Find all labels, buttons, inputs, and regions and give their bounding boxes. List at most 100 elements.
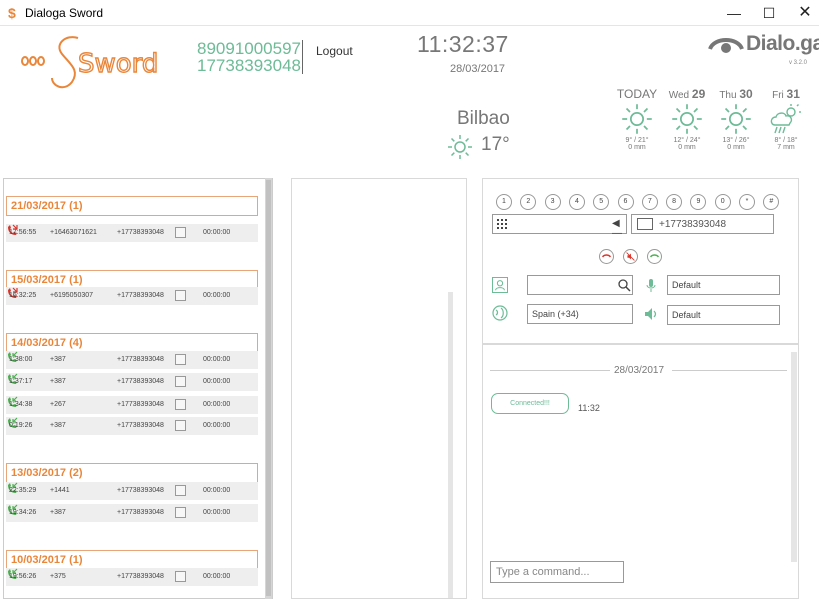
call-time: 17:56:55 [9, 229, 37, 236]
clock: 11:32:37 [417, 31, 509, 57]
call-duration: 00:00:00 [203, 229, 231, 236]
minimize-button[interactable]: — [717, 0, 751, 26]
call-checkbox[interactable] [175, 354, 186, 365]
call-to: +17738393048 [117, 292, 164, 299]
call-duration: 00:00:00 [203, 509, 231, 516]
forecast-range: 12° / 24° [673, 137, 701, 144]
call-checkbox[interactable] [175, 507, 186, 518]
call-checkbox[interactable] [175, 227, 186, 238]
microphone-select[interactable]: Default [667, 275, 780, 295]
dial-key[interactable]: 0 [714, 194, 731, 210]
hangup-button[interactable] [599, 249, 614, 264]
call-row[interactable]: 22:35:29 +1441 +17738393048 00:00:00 [6, 482, 258, 500]
dial-key[interactable]: 1 [496, 194, 512, 210]
call-button[interactable] [647, 249, 662, 264]
call-duration: 00:00:00 [203, 487, 231, 494]
call-to: +17738393048 [117, 422, 164, 429]
call-row[interactable]: 19:56:26 +375 +17738393048 00:00:00 [6, 568, 258, 586]
call-to: +17738393048 [117, 509, 164, 516]
call-checkbox[interactable] [175, 290, 186, 301]
call-to: +17738393048 [117, 487, 164, 494]
contact-card-icon [637, 218, 653, 230]
call-from: +387 [50, 509, 66, 516]
call-duration: 00:00:00 [203, 378, 231, 385]
call-row[interactable]: 17:56:55 +16463071621 +17738393048 00:00:00 [6, 224, 258, 242]
call-row[interactable]: 1:38:00 +387 +17738393048 00:00:00 [6, 351, 258, 369]
dialoga-logo-icon [708, 38, 744, 53]
call-time: 19:56:26 [9, 573, 37, 580]
forecast-today: TODAY 9° / 21° 0 mm [612, 87, 662, 151]
call-date-header[interactable]: 13/03/2017 (2) [6, 463, 258, 483]
forecast-day: TODAY [616, 87, 658, 101]
secondary-number: 17738393048 [197, 56, 302, 75]
primary-number: 89091000597 [197, 39, 302, 58]
call-log-scrollbar[interactable] [265, 178, 272, 599]
phone-number-value: +17738393048 [659, 219, 727, 230]
forecast-wed: Wed 29 12° / 24° 0 mm [662, 87, 712, 151]
forecast-thu: Thu 30 13° / 26° 0 mm [711, 87, 761, 151]
logout-link[interactable]: Logout [316, 44, 353, 58]
speaker-select[interactable]: Default [667, 305, 780, 325]
contacts-panel [291, 178, 467, 599]
forecast-rain: 0 mm [678, 144, 696, 151]
dial-key[interactable]: 8 [666, 194, 683, 210]
call-date-header[interactable]: 21/03/2017 (1) [6, 196, 258, 216]
call-time: 19:34:26 [9, 509, 37, 516]
svg-text:Sword: Sword [78, 49, 158, 79]
chat-date: 28/03/2017 [614, 365, 665, 376]
maximize-button[interactable]: ☐ [752, 0, 786, 26]
dial-key[interactable]: * [739, 194, 755, 210]
mute-button[interactable] [623, 249, 638, 264]
divider [672, 370, 787, 371]
call-duration: 00:00:00 [203, 401, 231, 408]
dial-key[interactable]: 3 [544, 194, 561, 210]
call-checkbox[interactable] [175, 485, 186, 496]
call-checkbox[interactable] [175, 420, 186, 431]
call-row[interactable]: 0:19:26 +387 +17738393048 00:00:00 [6, 417, 258, 435]
scrollbar-thumb[interactable] [266, 180, 271, 596]
speaker-icon [645, 308, 657, 320]
call-time: 22:35:29 [9, 487, 37, 494]
dial-key[interactable]: 4 [568, 194, 585, 210]
call-row[interactable]: 1:37:17 +387 +17738393048 00:00:00 [6, 373, 258, 391]
search-icon[interactable] [617, 278, 631, 292]
forecast-range: 13° / 26° [722, 137, 750, 144]
call-to: +17738393048 [117, 378, 164, 385]
call-date-header[interactable]: 14/03/2017 (4) [6, 333, 258, 353]
close-button[interactable]: ✕ [788, 0, 819, 26]
sword-logo: Sword [21, 36, 159, 89]
forecast-day: Fri 31 [772, 87, 800, 101]
call-row[interactable]: 19:34:26 +387 +17738393048 00:00:00 [6, 504, 258, 522]
forecast-range: 8° / 18° [774, 137, 798, 144]
command-input[interactable] [490, 561, 624, 583]
chat-scrollbar[interactable] [791, 352, 797, 562]
call-checkbox[interactable] [175, 571, 186, 582]
sun-icon [622, 104, 652, 134]
call-from: +387 [50, 356, 66, 363]
call-row[interactable]: 16:32:25 +6195050307 +17738393048 00:00:00 [6, 287, 258, 305]
call-time: 16:32:25 [9, 292, 37, 299]
chat-message: Connected!!! [491, 393, 569, 414]
call-to: +17738393048 [117, 356, 164, 363]
dial-key[interactable]: 7 [641, 194, 658, 210]
call-time: 1:38:00 [9, 356, 33, 363]
chat-message-time: 11:32 [578, 403, 600, 413]
dial-input[interactable] [492, 214, 627, 234]
phone-numbers: 89091000597 17738393048 [197, 40, 301, 74]
backspace-icon[interactable]: ◀— [612, 219, 624, 239]
call-row[interactable]: 1:34:38 +267 +17738393048 00:00:00 [6, 396, 258, 414]
contacts-scrollbar[interactable] [448, 292, 453, 598]
keypad-icon[interactable] [497, 219, 507, 229]
app-version: v 3.2.0 [789, 60, 808, 66]
call-date-header[interactable]: 10/03/2017 (1) [6, 550, 258, 570]
forecast-fri: Fri 31 8° / 18° 7 mm [761, 87, 811, 151]
rain-cloud-sun-icon [770, 104, 801, 134]
app-icon: $ [8, 5, 16, 21]
dial-key[interactable]: 6 [617, 194, 634, 210]
country-select[interactable]: Spain (+34) [527, 304, 633, 324]
call-checkbox[interactable] [175, 376, 186, 387]
sun-icon [721, 104, 751, 134]
call-from: +387 [50, 378, 66, 385]
call-duration: 00:00:00 [203, 356, 231, 363]
call-checkbox[interactable] [175, 399, 186, 410]
